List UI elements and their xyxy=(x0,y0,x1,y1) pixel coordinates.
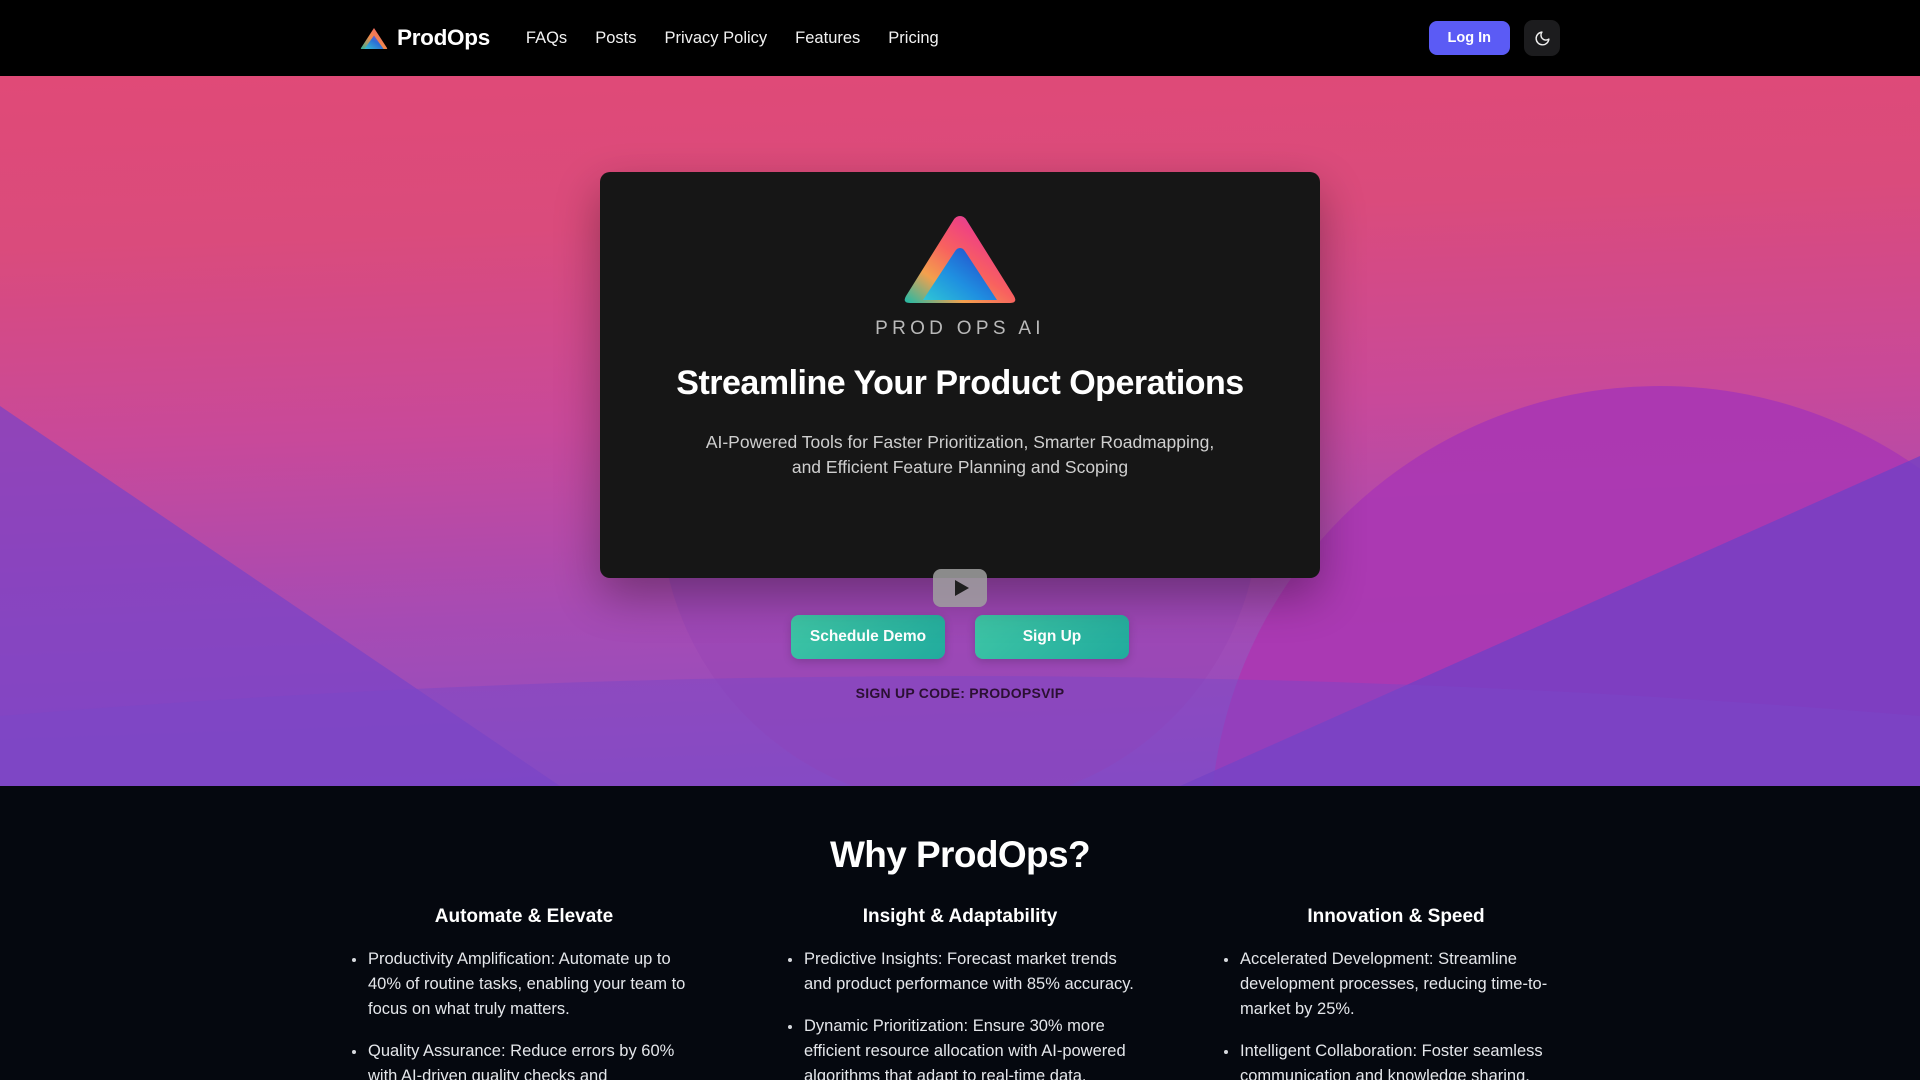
nav-left-group: ProdOps FAQs Posts Privacy Policy Featur… xyxy=(360,25,939,51)
brand-logo-link[interactable]: ProdOps xyxy=(360,25,490,51)
prodops-triangle-logo-icon xyxy=(360,28,388,49)
nav-item-faqs[interactable]: FAQs xyxy=(526,29,567,48)
list-item: Accelerated Development: Streamline deve… xyxy=(1218,947,1574,1022)
hero-logo-wordmark: PROD OPS AI xyxy=(875,318,1045,339)
why-column-automate-elevate: Automate & Elevate Productivity Amplific… xyxy=(346,906,702,1080)
sign-up-button[interactable]: Sign Up xyxy=(975,615,1129,659)
brand-name-text: ProdOps xyxy=(397,25,490,50)
why-section-title: Why ProdOps? xyxy=(829,834,1091,875)
video-play-button[interactable] xyxy=(933,569,987,607)
hero-video-card[interactable]: PROD OPS AI Streamline Your Product Oper… xyxy=(600,172,1320,607)
nav-item-pricing[interactable]: Pricing xyxy=(888,29,938,48)
moon-icon xyxy=(1535,30,1550,45)
why-column-insight-adaptability: Insight & Adaptability Predictive Insigh… xyxy=(782,906,1138,1080)
hero-content: PROD OPS AI Streamline Your Product Oper… xyxy=(0,76,1920,701)
nav-item-posts[interactable]: Posts xyxy=(595,29,636,48)
hero-section: PROD OPS AI Streamline Your Product Oper… xyxy=(0,76,1920,786)
theme-toggle-button[interactable] xyxy=(1524,20,1560,56)
hero-headline: Streamline Your Product Operations xyxy=(676,364,1244,402)
list-item: Intelligent Collaboration: Foster seamle… xyxy=(1218,1039,1574,1080)
column-bullet-list: Predictive Insights: Forecast market tre… xyxy=(782,947,1138,1080)
why-prodops-section: Why ProdOps? Automate & Elevate Producti… xyxy=(0,786,1920,1080)
why-columns: Automate & Elevate Productivity Amplific… xyxy=(0,906,1920,1080)
hero-subtitle-line1: AI-Powered Tools for Faster Prioritizati… xyxy=(705,432,1215,452)
column-bullet-list: Accelerated Development: Streamline deve… xyxy=(1218,947,1574,1080)
hero-subtitle: AI-Powered Tools for Faster Prioritizati… xyxy=(706,430,1214,480)
prod-ops-ai-mountain-logo-icon xyxy=(904,216,1016,303)
hero-logo-block: PROD OPS AI xyxy=(875,212,1045,340)
column-title: Automate & Elevate xyxy=(434,906,614,927)
top-navigation-bar: ProdOps FAQs Posts Privacy Policy Featur… xyxy=(0,0,1920,76)
login-button[interactable]: Log In xyxy=(1428,21,1510,55)
list-item: Productivity Amplification: Automate up … xyxy=(346,947,702,1022)
column-bullet-list: Productivity Amplification: Automate up … xyxy=(346,947,702,1080)
nav-item-privacy-policy[interactable]: Privacy Policy xyxy=(664,29,767,48)
list-item: Predictive Insights: Forecast market tre… xyxy=(782,947,1138,997)
nav-item-features[interactable]: Features xyxy=(795,29,860,48)
hero-subtitle-line2: and Efficient Feature Planning and Scopi… xyxy=(791,456,1129,477)
list-item: Dynamic Prioritization: Ensure 30% more … xyxy=(782,1014,1138,1080)
hero-cta-row: Schedule Demo Sign Up xyxy=(791,615,1129,659)
nav-right-group: Log In xyxy=(1428,20,1560,56)
play-icon xyxy=(954,580,969,596)
schedule-demo-button[interactable]: Schedule Demo xyxy=(791,615,945,659)
signup-code-text: SIGN UP CODE: PRODOPSVIP xyxy=(855,685,1065,701)
list-item: Quality Assurance: Reduce errors by 60% … xyxy=(346,1039,702,1080)
why-column-innovation-speed: Innovation & Speed Accelerated Developme… xyxy=(1218,906,1574,1080)
column-title: Insight & Adaptability xyxy=(862,906,1058,927)
primary-nav-links: FAQs Posts Privacy Policy Features Prici… xyxy=(526,29,939,48)
column-title: Innovation & Speed xyxy=(1307,906,1485,927)
